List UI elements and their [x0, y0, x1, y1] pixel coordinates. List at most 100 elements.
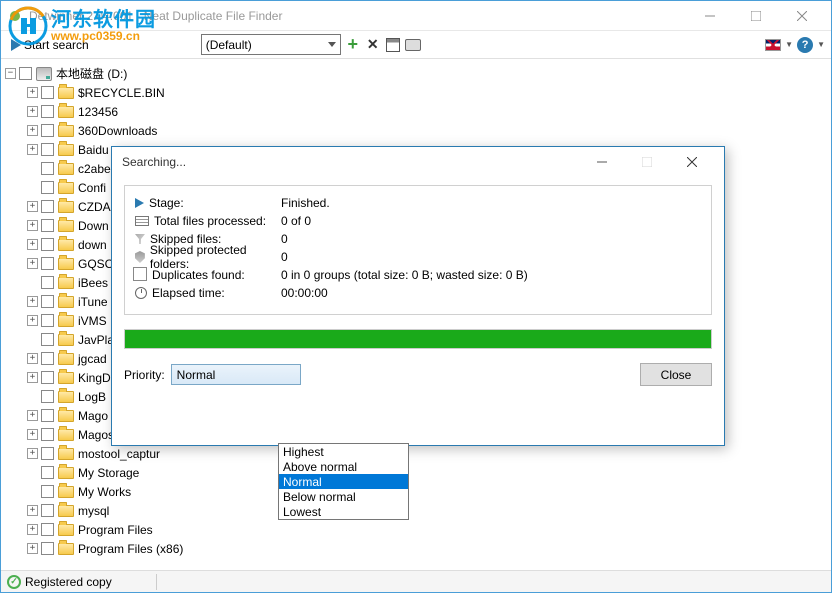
- dialog-body: Stage: Finished. Total files processed: …: [112, 177, 724, 394]
- priority-select[interactable]: Normal: [171, 364, 301, 385]
- tree-item-label: JavPla: [78, 333, 114, 347]
- expand-icon[interactable]: +: [27, 296, 38, 307]
- tree-item-label: KingD: [78, 371, 111, 385]
- maximize-button[interactable]: [733, 2, 779, 30]
- option-above-normal[interactable]: Above normal: [279, 459, 408, 474]
- tree-item-label: Program Files (x86): [78, 542, 183, 556]
- expand-icon[interactable]: +: [27, 106, 38, 117]
- checkbox[interactable]: [41, 333, 54, 346]
- close-button[interactable]: [779, 2, 825, 30]
- save-icon[interactable]: [385, 37, 401, 53]
- option-below-normal[interactable]: Below normal: [279, 489, 408, 504]
- checkbox[interactable]: [41, 200, 54, 213]
- expand-icon[interactable]: +: [27, 144, 38, 155]
- checkbox[interactable]: [41, 523, 54, 536]
- checkbox[interactable]: [41, 276, 54, 289]
- checkbox[interactable]: [41, 504, 54, 517]
- expand-icon[interactable]: +: [27, 448, 38, 459]
- option-lowest[interactable]: Lowest: [279, 504, 408, 519]
- help-icon[interactable]: ?: [797, 37, 813, 53]
- tree-item[interactable]: My Storage: [3, 463, 829, 482]
- priority-dropdown[interactable]: Highest Above normal Normal Below normal…: [278, 443, 409, 520]
- dialog-minimize-button[interactable]: [579, 148, 624, 176]
- checkbox[interactable]: [41, 352, 54, 365]
- protected-row: Skipped protected folders: 0: [135, 248, 701, 266]
- dialog-maximize-button[interactable]: [624, 148, 669, 176]
- checkbox[interactable]: [41, 257, 54, 270]
- expand-icon[interactable]: +: [27, 239, 38, 250]
- dialog-close-button[interactable]: [669, 148, 714, 176]
- tree-item[interactable]: +Program Files: [3, 520, 829, 539]
- checkbox[interactable]: [41, 238, 54, 251]
- option-highest[interactable]: Highest: [279, 444, 408, 459]
- expand-icon[interactable]: +: [27, 372, 38, 383]
- minimize-button[interactable]: [687, 2, 733, 30]
- checkbox[interactable]: [41, 466, 54, 479]
- help-dropdown-icon[interactable]: ▼: [817, 40, 825, 49]
- delete-icon[interactable]: ✕: [365, 37, 381, 53]
- folder-icon: [58, 296, 74, 308]
- checkbox[interactable]: [41, 314, 54, 327]
- duplicates-value: 0 in 0 groups (total size: 0 B; wasted s…: [281, 268, 528, 282]
- duplicates-row: Duplicates found: 0 in 0 groups (total s…: [135, 266, 701, 284]
- expand-icon[interactable]: +: [27, 505, 38, 516]
- add-icon[interactable]: +: [345, 37, 361, 53]
- dialog-title: Searching...: [122, 155, 579, 169]
- progress-bar: [124, 329, 712, 349]
- profile-select[interactable]: (Default): [201, 34, 341, 55]
- language-dropdown-icon[interactable]: ▼: [785, 40, 793, 49]
- tree-item[interactable]: +mostool_captur: [3, 444, 829, 463]
- main-window: 河东软件园 www.pc0359.cn Detwinner 2.04.001 -…: [0, 0, 832, 593]
- keyboard-icon[interactable]: [405, 37, 421, 53]
- checkbox[interactable]: [41, 162, 54, 175]
- expand-icon[interactable]: +: [27, 315, 38, 326]
- checkbox[interactable]: [41, 485, 54, 498]
- expand-icon[interactable]: +: [27, 543, 38, 554]
- checkbox[interactable]: [41, 181, 54, 194]
- dialog-titlebar: Searching...: [112, 147, 724, 177]
- checkbox[interactable]: [41, 219, 54, 232]
- tree-item[interactable]: +$RECYCLE.BIN: [3, 83, 829, 102]
- duplicate-icon: [135, 269, 147, 281]
- tree-item[interactable]: My Works: [3, 482, 829, 501]
- tree-item-label: Confi: [78, 181, 106, 195]
- tree-item[interactable]: +mysql: [3, 501, 829, 520]
- expand-icon[interactable]: +: [27, 87, 38, 98]
- checkbox[interactable]: [19, 67, 32, 80]
- total-row: Total files processed: 0 of 0: [135, 212, 701, 230]
- expand-icon[interactable]: +: [27, 220, 38, 231]
- checkbox[interactable]: [41, 447, 54, 460]
- folder-icon: [58, 182, 74, 194]
- tree-item-label: c2abe: [78, 162, 111, 176]
- watermark-url: www.pc0359.cn: [51, 30, 156, 42]
- expand-icon[interactable]: +: [27, 410, 38, 421]
- tree-item[interactable]: +360Downloads: [3, 121, 829, 140]
- tree-item[interactable]: + Program Files (x86): [3, 539, 829, 558]
- expand-icon[interactable]: +: [27, 201, 38, 212]
- expand-icon[interactable]: +: [27, 125, 38, 136]
- collapse-icon[interactable]: −: [5, 68, 16, 79]
- close-button[interactable]: Close: [640, 363, 712, 386]
- language-flag-icon[interactable]: [765, 37, 781, 53]
- checkbox[interactable]: [41, 390, 54, 403]
- checkbox[interactable]: [41, 124, 54, 137]
- tree-item[interactable]: +123456: [3, 102, 829, 121]
- expand-icon[interactable]: +: [27, 524, 38, 535]
- option-normal[interactable]: Normal: [279, 474, 408, 489]
- expand-icon[interactable]: +: [27, 258, 38, 269]
- folder-icon: [58, 239, 74, 251]
- checkbox[interactable]: [41, 409, 54, 422]
- stage-label: Stage:: [149, 196, 184, 210]
- checkbox[interactable]: [41, 143, 54, 156]
- checkbox[interactable]: [41, 542, 54, 555]
- folder-icon: [58, 543, 74, 555]
- expand-icon[interactable]: +: [27, 429, 38, 440]
- checkbox[interactable]: [41, 428, 54, 441]
- checkbox[interactable]: [41, 371, 54, 384]
- expand-icon[interactable]: +: [27, 353, 38, 364]
- files-icon: [135, 216, 149, 226]
- checkbox[interactable]: [41, 86, 54, 99]
- checkbox[interactable]: [41, 295, 54, 308]
- tree-root[interactable]: − 本地磁盘 (D:): [3, 64, 829, 83]
- checkbox[interactable]: [41, 105, 54, 118]
